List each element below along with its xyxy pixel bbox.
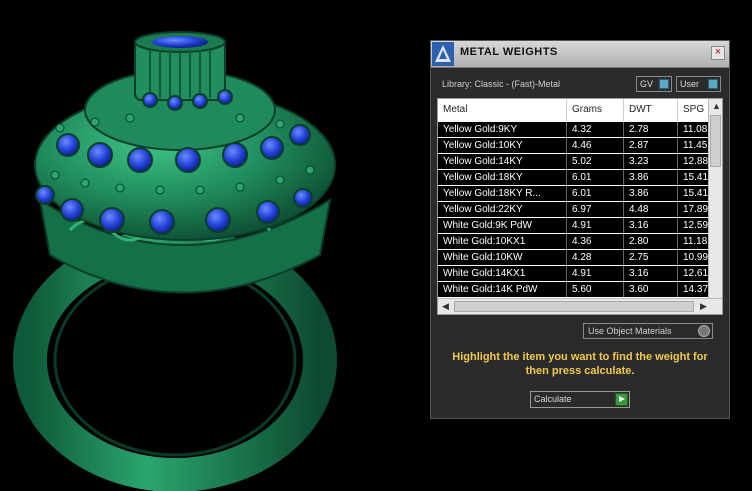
table-cell: 2.75	[624, 250, 678, 265]
metal-weights-panel: METAL WEIGHTS × Library: Classic - (Fast…	[430, 40, 730, 419]
window-title: METAL WEIGHTS	[460, 46, 558, 58]
user-toggle-button[interactable]: User	[676, 76, 721, 92]
table-cell: Yellow Gold:14KY	[438, 154, 567, 169]
table-row[interactable]: White Gold:14K PdW 5.60 3.60 14.37	[438, 282, 714, 297]
table-cell: Yellow Gold:18KY R...	[438, 186, 567, 201]
library-label: Library: Classic - (Fast)-Metal	[442, 79, 561, 89]
table-header: Metal Grams DWT SPG	[438, 99, 718, 121]
scroll-left-icon[interactable]: ◀	[442, 301, 449, 312]
use-object-materials-dropdown[interactable]: Use Object Materials	[583, 323, 713, 339]
table-cell: 6.97	[567, 202, 624, 217]
scroll-right-icon[interactable]: ▶	[700, 301, 707, 312]
column-header-grams[interactable]: Grams	[567, 99, 624, 121]
table-cell: 2.78	[624, 122, 678, 137]
table-cell: 4.36	[567, 234, 624, 249]
table-cell: 2.87	[624, 138, 678, 153]
table-row[interactable]: Yellow Gold:22KY 6.97 4.48 17.89	[438, 202, 714, 217]
table-cell: 3.86	[624, 186, 678, 201]
gv-toggle-button[interactable]: GV	[636, 76, 672, 92]
table-cell: 5.60	[567, 282, 624, 297]
table-row[interactable]: Yellow Gold:10KY 4.46 2.87 11.45	[438, 138, 714, 153]
table-cell: Yellow Gold:18KY	[438, 170, 567, 185]
table-row[interactable]: White Gold:14KX1 4.91 3.16 12.61	[438, 266, 714, 281]
app-logo-icon	[432, 42, 454, 66]
metal-table[interactable]: Metal Grams DWT SPG Yellow Gold:9KY 4.32 2…	[437, 98, 723, 315]
calculate-button[interactable]: Calculate	[530, 391, 630, 408]
toggle-indicator-icon	[708, 79, 718, 89]
scroll-up-icon[interactable]: ▲	[712, 101, 721, 111]
table-cell: Yellow Gold:10KY	[438, 138, 567, 153]
table-cell: 2.80	[624, 234, 678, 249]
table-cell: 4.28	[567, 250, 624, 265]
horizontal-scroll-thumb[interactable]	[454, 301, 694, 312]
table-row[interactable]: White Gold:9K PdW 4.91 3.16 12.59	[438, 218, 714, 233]
table-cell: White Gold:14K PdW	[438, 282, 567, 297]
radio-icon[interactable]	[698, 325, 710, 337]
table-cell: 4.32	[567, 122, 624, 137]
table-cell: 6.01	[567, 186, 624, 201]
vertical-scroll-thumb[interactable]	[710, 115, 721, 167]
table-cell: 3.60	[624, 282, 678, 297]
close-icon[interactable]: ×	[711, 46, 725, 60]
column-header-dwt[interactable]: DWT	[624, 99, 678, 121]
table-cell: White Gold:14KX1	[438, 266, 567, 281]
table-row[interactable]: Yellow Gold:18KY R... 6.01 3.86 15.41	[438, 186, 714, 201]
play-icon[interactable]	[615, 393, 628, 406]
calculate-label: Calculate	[534, 394, 572, 404]
table-cell: 4.91	[567, 218, 624, 233]
table-row[interactable]: Yellow Gold:14KY 5.02 3.23 12.88	[438, 154, 714, 169]
title-bar[interactable]: METAL WEIGHTS ×	[431, 41, 729, 68]
instruction-text: Highlight the item you want to find the …	[452, 351, 708, 377]
column-header-metal[interactable]: Metal	[438, 99, 567, 121]
table-row[interactable]: Yellow Gold:18KY 6.01 3.86 15.41	[438, 170, 714, 185]
table-row[interactable]: White Gold:10KW 4.28 2.75 10.99	[438, 250, 714, 265]
use-object-materials-label: Use Object Materials	[588, 326, 672, 336]
vertical-scrollbar[interactable]: ▲	[708, 99, 722, 300]
table-cell: 4.48	[624, 202, 678, 217]
ring-3d-model[interactable]	[0, 0, 428, 491]
table-cell: 4.91	[567, 266, 624, 281]
table-cell: 3.16	[624, 218, 678, 233]
table-cell: 3.23	[624, 154, 678, 169]
table-cell: 3.16	[624, 266, 678, 281]
table-cell: 3.86	[624, 170, 678, 185]
table-cell: White Gold:9K PdW	[438, 218, 567, 233]
table-cell: 5.02	[567, 154, 624, 169]
toggle-indicator-icon	[659, 79, 669, 89]
table-cell: Yellow Gold:22KY	[438, 202, 567, 217]
table-cell: 6.01	[567, 170, 624, 185]
gv-label: GV	[640, 79, 654, 89]
table-cell: 4.46	[567, 138, 624, 153]
table-row[interactable]: Yellow Gold:9KY 4.32 2.78 11.08	[438, 122, 714, 137]
table-row[interactable]: White Gold:10KX1 4.36 2.80 11.18	[438, 234, 714, 249]
table-cell: White Gold:10KW	[438, 250, 567, 265]
table-cell: White Gold:10KX1	[438, 234, 567, 249]
user-label: User	[680, 79, 700, 89]
table-cell: Yellow Gold:9KY	[438, 122, 567, 137]
horizontal-scrollbar[interactable]: ◀ ▶	[438, 298, 722, 314]
